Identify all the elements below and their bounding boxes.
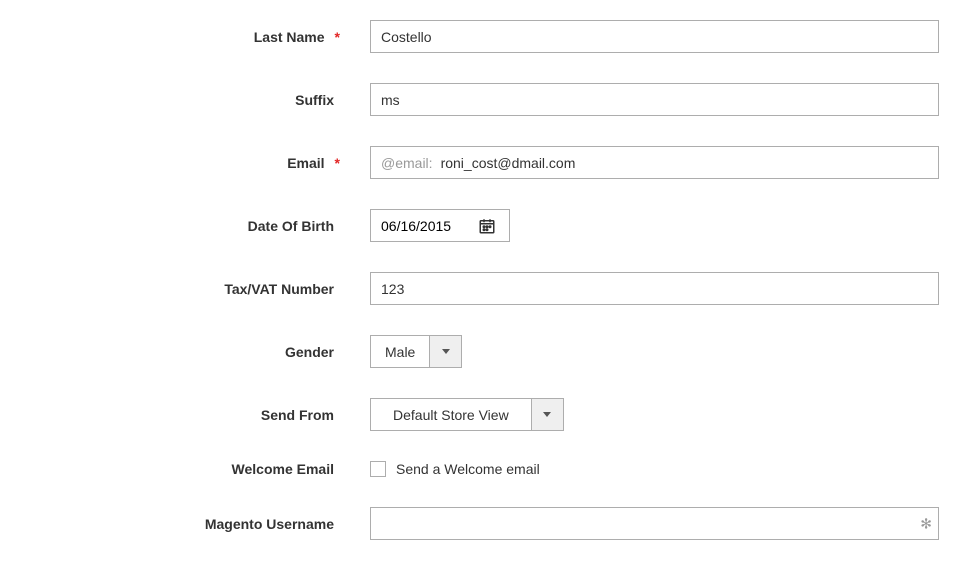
email-input[interactable] bbox=[441, 147, 928, 178]
welcome-email-checkbox-label: Send a Welcome email bbox=[396, 461, 540, 477]
email-wrapper: @email: bbox=[370, 146, 939, 179]
label-text-dob: Date Of Birth bbox=[248, 218, 334, 234]
last-name-input[interactable] bbox=[370, 20, 939, 53]
suffix-input[interactable] bbox=[370, 83, 939, 116]
label-text-last-name: Last Name bbox=[254, 29, 325, 45]
field-send-from: Default Store View bbox=[370, 398, 959, 431]
taxvat-input[interactable] bbox=[370, 272, 939, 305]
row-taxvat: Tax/VAT Number bbox=[0, 272, 959, 305]
customer-form: Last Name * Suffix Email * @email: bbox=[0, 20, 959, 540]
field-gender: Male bbox=[370, 335, 959, 368]
field-last-name bbox=[370, 20, 959, 53]
magento-username-input[interactable] bbox=[371, 508, 938, 539]
required-mark: * bbox=[335, 29, 340, 45]
label-suffix: Suffix bbox=[0, 92, 370, 108]
email-prefix: @email: bbox=[381, 155, 433, 171]
field-email: @email: bbox=[370, 146, 959, 179]
label-text-email: Email bbox=[287, 155, 324, 171]
row-gender: Gender Male bbox=[0, 335, 959, 368]
dob-input[interactable] bbox=[371, 210, 471, 241]
label-text-gender: Gender bbox=[285, 344, 334, 360]
row-magento-username: Magento Username ✻ bbox=[0, 507, 959, 540]
date-wrapper bbox=[370, 209, 510, 242]
label-text-suffix: Suffix bbox=[295, 92, 334, 108]
row-email: Email * @email: bbox=[0, 146, 959, 179]
field-magento-username: ✻ bbox=[370, 507, 959, 540]
label-text-magento-username: Magento Username bbox=[205, 516, 334, 532]
label-gender: Gender bbox=[0, 344, 370, 360]
field-dob bbox=[370, 209, 959, 242]
gear-icon[interactable]: ✻ bbox=[920, 515, 932, 532]
label-last-name: Last Name * bbox=[0, 29, 370, 45]
label-welcome-email: Welcome Email bbox=[0, 461, 370, 477]
field-welcome-email: Send a Welcome email bbox=[370, 461, 959, 477]
label-text-welcome-email: Welcome Email bbox=[232, 461, 334, 477]
label-email: Email * bbox=[0, 155, 370, 171]
row-welcome-email: Welcome Email Send a Welcome email bbox=[0, 461, 959, 477]
label-magento-username: Magento Username bbox=[0, 516, 370, 532]
required-mark: * bbox=[335, 155, 340, 171]
welcome-email-checkbox-wrapper: Send a Welcome email bbox=[370, 461, 540, 477]
send-from-select-value: Default Store View bbox=[370, 398, 531, 431]
field-suffix bbox=[370, 83, 959, 116]
row-send-from: Send From Default Store View bbox=[0, 398, 959, 431]
gender-select-value: Male bbox=[370, 335, 429, 368]
field-taxvat bbox=[370, 272, 959, 305]
row-suffix: Suffix bbox=[0, 83, 959, 116]
welcome-email-checkbox[interactable] bbox=[370, 461, 386, 477]
row-dob: Date Of Birth bbox=[0, 209, 959, 242]
label-dob: Date Of Birth bbox=[0, 218, 370, 234]
label-taxvat: Tax/VAT Number bbox=[0, 281, 370, 297]
send-from-select[interactable]: Default Store View bbox=[370, 398, 564, 431]
row-last-name: Last Name * bbox=[0, 20, 959, 53]
label-text-send-from: Send From bbox=[261, 407, 334, 423]
chevron-down-icon bbox=[531, 398, 564, 431]
username-wrapper: ✻ bbox=[370, 507, 939, 540]
calendar-icon[interactable] bbox=[471, 210, 503, 241]
chevron-down-icon bbox=[429, 335, 462, 368]
label-text-taxvat: Tax/VAT Number bbox=[224, 281, 334, 297]
label-send-from: Send From bbox=[0, 407, 370, 423]
gender-select[interactable]: Male bbox=[370, 335, 462, 368]
